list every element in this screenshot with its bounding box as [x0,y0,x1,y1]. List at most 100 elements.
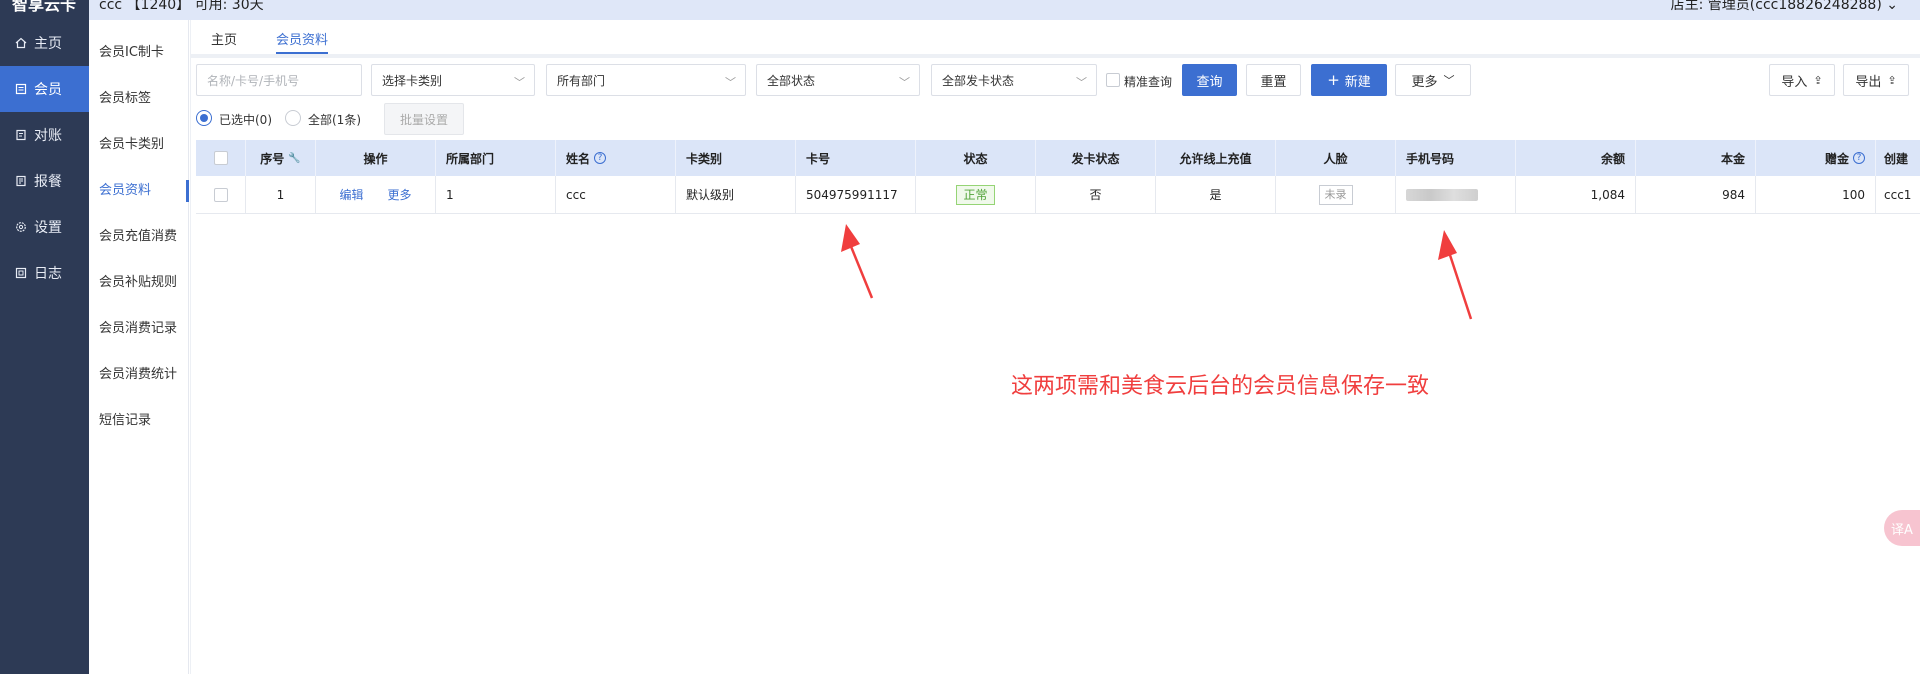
all-radio[interactable] [285,110,301,126]
nav-label: 日志 [34,266,62,282]
header-online-recharge: 允许线上充值 [1156,140,1276,176]
help-icon[interactable]: ? [594,152,607,164]
submenu-item-sms[interactable]: 短信记录 [89,406,189,436]
header-issue-status: 发卡状态 [1036,140,1156,176]
page-tabs: 主页 会员资料 [191,20,1920,58]
blurred-phone [1406,188,1478,201]
nav-label: 会员 [34,82,62,98]
issue-status-select[interactable]: 全部发卡状态 ﹀ [931,64,1097,96]
nav-item-member[interactable]: 会员 [0,66,89,112]
top-header: ccc 【1240】 可用: 30天 店主: 管理员(ccc1882624828… [89,0,1920,20]
submenu-item-consume-records[interactable]: 会员消费记录 [89,314,189,344]
cell-online-recharge: 是 [1156,176,1276,213]
submenu-item-consume-stats[interactable]: 会员消费统计 [89,360,189,390]
header-label: 赠金 [1824,151,1849,166]
nav-item-home[interactable]: 主页 [0,20,89,66]
reconcile-icon [14,128,28,142]
translate-float-button[interactable]: 译A [1884,510,1920,546]
new-button[interactable]: + 新建 [1311,64,1387,96]
import-button[interactable]: 导入 ⇪ [1769,64,1835,96]
import-label: 导入 [1781,74,1808,90]
card-type-select[interactable]: 选择卡类别 ﹀ [371,64,535,96]
member-submenu: 会员IC制卡 会员标签 会员卡类别 会员资料 会员充值消费 会员补贴规则 会员消… [89,20,189,674]
exact-query-checkbox[interactable] [1106,73,1120,87]
user-menu[interactable]: 店主: 管理员(ccc18826248288) ⌄ [1671,0,1898,14]
header-status: 状态 [916,140,1036,176]
table-row: 1 编辑 更多 1 ccc 默认级别 504975991117 正常 否 是 未… [196,176,1920,214]
upload-icon: ⇪ [1887,73,1897,87]
nav-label: 主页 [34,36,62,52]
cell-name: ccc [556,176,676,213]
export-button[interactable]: 导出 ⇪ [1843,64,1909,96]
submenu-item-subsidy[interactable]: 会员补贴规则 [89,268,189,298]
annotation-arrow-phone [1438,230,1473,320]
cell-face: 未录 [1276,176,1396,213]
app-root: 智享云卡 主页 会员 对账 报餐 设置 日志 ccc 【1240】 可用: 30… [0,0,1920,674]
member-icon [14,82,28,96]
reset-button[interactable]: 重置 [1246,64,1301,96]
tab-home[interactable]: 主页 [211,29,237,52]
nav-label: 设置 [34,220,62,236]
issue-status-value: 全部发卡状态 [942,73,1015,88]
select-all-checkbox[interactable] [213,151,228,165]
cell-principal: 984 [1636,176,1756,213]
chevron-down-icon: ﹀ [1076,76,1087,89]
chevron-down-icon: ﹀ [725,76,736,89]
header-card-no: 卡号 [796,140,916,176]
more-label: 更多 [1411,74,1438,90]
submenu-item-member-info[interactable]: 会员资料 [89,176,189,206]
submenu-item-ic-card[interactable]: 会员IC制卡 [89,38,189,68]
cell-actions: 编辑 更多 [316,176,436,213]
more-link[interactable]: 更多 [388,186,412,203]
help-icon[interactable]: ? [1853,152,1865,164]
header-principal: 本金 [1636,140,1756,176]
cell-department: 1 [436,176,556,213]
table-header: 序号 🔧 操作 所属部门 姓名 ? 卡类别 卡号 状态 发卡状态 允许线上充值 … [196,140,1920,176]
chevron-down-icon: ﹀ [899,76,910,89]
search-placeholder: 名称/卡号/手机号 [207,73,300,88]
header-balance: 余额 [1516,140,1636,176]
all-label: 全部(1条) [308,113,361,127]
nav-item-settings[interactable]: 设置 [0,204,89,250]
store-info: ccc 【1240】 可用: 30天 [99,0,264,13]
header-label: 姓名 [566,151,591,166]
submenu-item-tags[interactable]: 会员标签 [89,84,189,114]
selected-radio[interactable] [196,110,212,126]
department-value: 所有部门 [557,73,606,88]
nav-item-log[interactable]: 日志 [0,250,89,296]
edit-link[interactable]: 编辑 [339,186,363,203]
upload-icon: ⇪ [1813,73,1823,87]
nav-item-meal[interactable]: 报餐 [0,158,89,204]
cell-created: ccc1 [1884,187,1912,202]
nav-item-reconcile[interactable]: 对账 [0,112,89,158]
select-all-cell [196,140,246,176]
meal-icon [14,174,28,188]
cell-status: 正常 [916,176,1036,213]
row-checkbox[interactable] [213,187,228,202]
department-select[interactable]: 所有部门 ﹀ [546,64,746,96]
search-input[interactable]: 名称/卡号/手机号 [196,64,362,96]
status-badge: 正常 [956,184,995,205]
tab-member-info[interactable]: 会员资料 [276,29,329,54]
user-info: 店主: 管理员(ccc18826248288) [1670,0,1882,13]
cell-phone [1396,176,1516,213]
submenu-item-recharge[interactable]: 会员充值消费 [89,222,189,252]
status-select[interactable]: 全部状态 ﹀ [756,64,920,96]
nav-label: 报餐 [34,174,62,190]
export-label: 导出 [1855,74,1882,90]
header-index[interactable]: 序号 🔧 [246,140,316,176]
submenu-item-card-types[interactable]: 会员卡类别 [89,130,189,160]
header-label: 序号 [260,151,285,166]
app-logo: 智享云卡 [12,0,77,14]
annotation-arrow-card-no [841,224,874,299]
batch-settings-button[interactable]: 批量设置 [384,103,464,135]
chevron-down-icon: ﹀ [1443,74,1455,87]
card-type-value: 选择卡类别 [382,73,443,88]
query-button[interactable]: 查询 [1182,64,1237,96]
exact-query-label: 精准查询 [1124,75,1173,89]
plus-icon: + [1327,71,1340,89]
more-menu-button[interactable]: 更多 ﹀ [1395,64,1471,96]
chevron-down-icon: ⌄ [1886,0,1898,13]
home-icon [14,36,28,50]
header-created: 创建 [1884,151,1909,166]
